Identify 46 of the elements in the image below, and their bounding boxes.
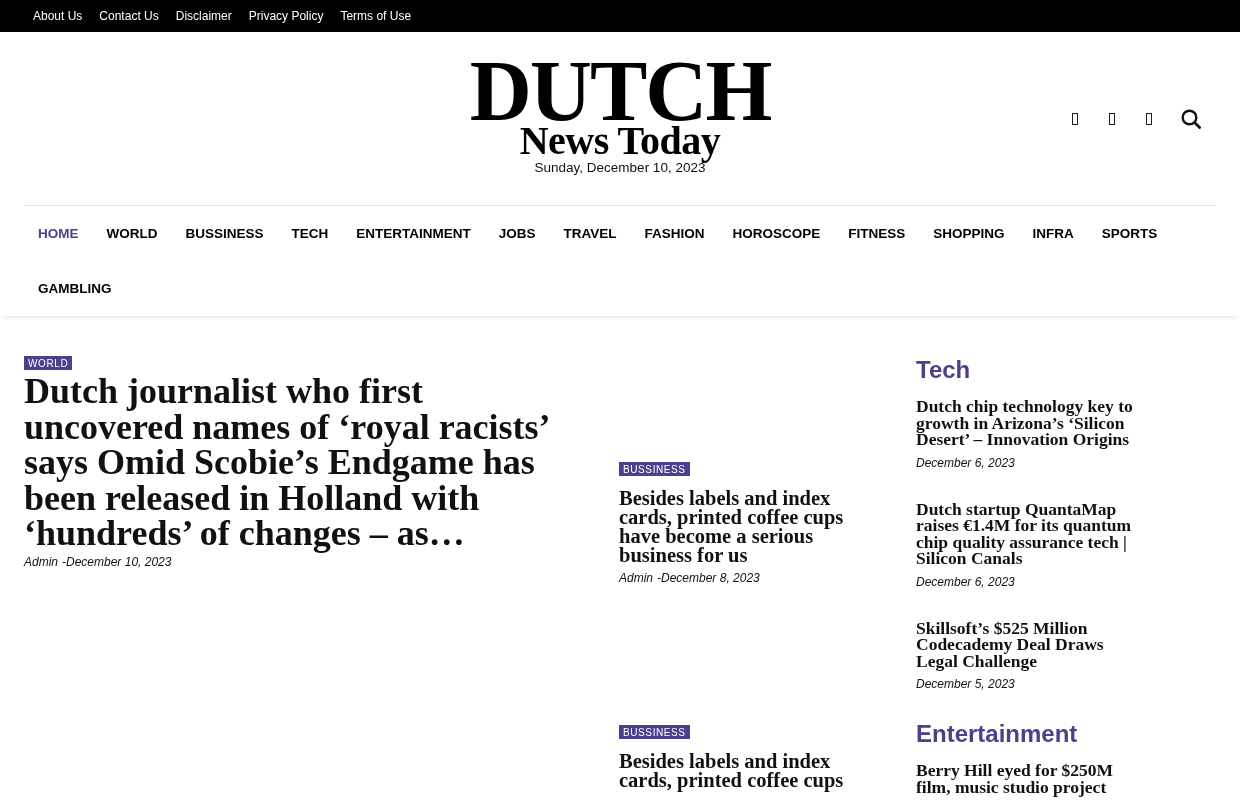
nav-link[interactable]: HOME — [24, 206, 93, 261]
top-bar-link[interactable]: Privacy Policy — [248, 8, 324, 24]
nav-link[interactable]: FITNESS — [834, 206, 920, 261]
section-heading: Entertainment — [916, 720, 1079, 748]
box-glyph-icon[interactable] — [1144, 112, 1154, 126]
nav-link[interactable]: GAMBLING — [24, 261, 126, 316]
nav-link[interactable]: BUSSINESS — [171, 206, 278, 261]
article-headline[interactable]: Besides labels and index cards, printed coffee cups have become a serious business for us — [619, 489, 859, 567]
section-heading: Tech — [916, 356, 972, 384]
box-glyph-icon[interactable] — [1107, 112, 1117, 126]
nav-link[interactable]: SPORTS — [1087, 206, 1172, 261]
search-icon[interactable] — [1181, 109, 1201, 129]
nav-link[interactable]: WORLD — [92, 206, 172, 261]
article-date: December 6, 2023 — [916, 573, 1015, 590]
article-headline[interactable]: Dutch startup QuantaMap raises €1.4M for its quantum chip quality assurance tech | Silicon Canals — [916, 500, 1142, 569]
logo-subtitle[interactable]: News Today — [519, 121, 721, 164]
article-headline[interactable]: Dutch chip technology key to growth in Arizona’s ‘Silicon Desert’ – Innovation Origins — [916, 398, 1142, 450]
nav-link[interactable]: TECH — [277, 206, 343, 261]
nav-link[interactable]: HOROSCOPE — [718, 206, 835, 261]
article-headline[interactable]: Besides labels and index cards, printed coffee cups — [619, 752, 859, 792]
meta-separator: - — [657, 570, 661, 586]
article-date: December 5, 2023 — [916, 676, 1015, 692]
meta-separator: - — [62, 553, 66, 570]
nav-link[interactable]: SHOPPING — [919, 206, 1019, 261]
article-date: December 6, 2023 — [916, 454, 1015, 471]
article-date: December 8, 2023 — [661, 570, 760, 586]
article-headline[interactable]: Dutch journalist who first uncovered names of ‘royal racists’ says Omid Scobie’s Endgame has been released in Holland with ‘hundreds’ of changes – as… — [24, 374, 576, 554]
article-date: December 10, 2023 — [66, 553, 172, 570]
article-author[interactable]: Admin — [619, 570, 653, 586]
category-tag[interactable]: WORLD — [24, 356, 73, 370]
nav-link[interactable]: JOBS — [484, 206, 550, 261]
category-tag[interactable]: BUSSINESS — [619, 725, 690, 739]
article-author[interactable]: Admin — [24, 553, 58, 570]
logo-title[interactable]: DUTCH — [469, 58, 771, 124]
article-headline[interactable]: Skillsoft’s $525 Million Codecademy Deal Draws Legal Challenge — [916, 619, 1142, 671]
nav-link[interactable]: ENTERTAINMENT — [342, 206, 485, 261]
nav-link[interactable]: FASHION — [630, 206, 719, 261]
category-tag[interactable]: BUSSINESS — [619, 462, 690, 476]
top-bar-link[interactable]: About Us — [33, 8, 83, 24]
article-headline[interactable]: Berry Hill eyed for $250M film, music studio project — [916, 762, 1142, 797]
nav-link[interactable]: TRAVEL — [549, 206, 631, 261]
top-bar-link[interactable]: Terms of Use — [340, 8, 412, 24]
nav-link[interactable]: INFRA — [1018, 206, 1088, 261]
top-bar-link[interactable]: Contact Us — [99, 8, 159, 24]
top-bar-link[interactable]: Disclaimer — [175, 8, 232, 24]
box-glyph-icon[interactable] — [1070, 112, 1080, 126]
